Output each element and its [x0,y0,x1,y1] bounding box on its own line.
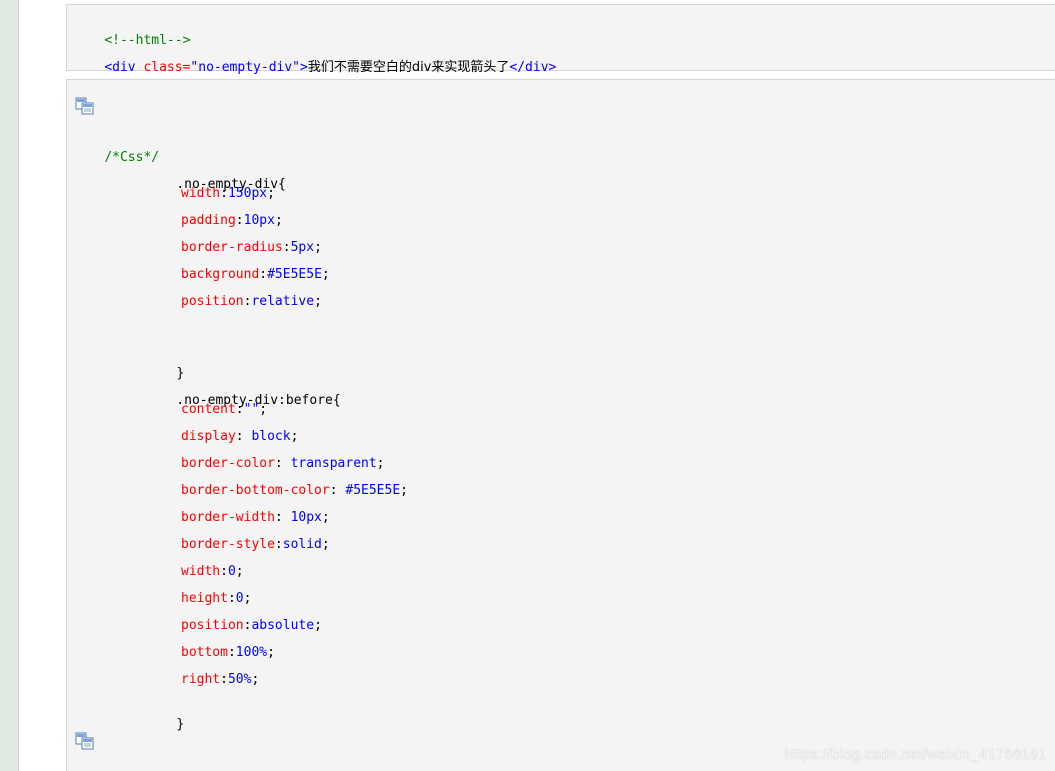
css-separator: : [274,537,283,552]
css-terminator: ; [376,456,385,471]
declaration-line: content:""; [181,401,267,419]
css-property: width [181,564,221,579]
css-separator: : [220,672,228,687]
css-separator: : [235,213,244,228]
declaration-line: display: block; [181,428,298,446]
css-separator: : [235,429,252,444]
css-value: absolute [251,618,315,633]
declaration-line: border-width: 10px; [181,509,330,527]
declaration-line: right:50%; [181,671,259,689]
left-gutter [0,0,19,771]
css-terminator: ; [290,429,299,444]
css-terminator: ; [235,564,244,579]
css-separator: : [259,267,268,282]
tag-open: <div [104,60,136,75]
css-property: width [181,186,221,201]
css-property: right [181,672,221,687]
css-terminator: ; [274,213,283,228]
code-line-div: <div class="no-empty-div">我们不需要空白的div来实现… [73,41,556,75]
css-value: #5E5E5E [267,267,322,282]
css-terminator: ; [321,537,330,552]
declaration-line: border-style:solid; [181,536,330,554]
css-property: bottom [181,645,228,660]
tag-close: > [300,60,308,75]
css-value: "" [243,402,260,417]
watermark: https://blog.csdn.net/weixin_41766191 [784,746,1047,763]
css-separator: : [274,456,291,471]
css-value: #5E5E5E [345,483,401,498]
css-value: 0 [235,591,244,606]
declaration-line: bottom:100%; [181,644,275,662]
css-terminator: ; [259,402,268,417]
copy-icon-bottom[interactable] [75,732,95,750]
css-value: solid [282,537,322,552]
css-terminator: ; [314,294,322,309]
css-property: background [181,267,260,282]
css-value: block [251,429,291,444]
css-property: padding [181,213,236,228]
declaration-line: width:150px; [181,185,275,203]
css-code-block: /*Css*/ .no-empty-div{ width:150px; paddi… [66,79,1055,771]
css-value: 0 [227,564,236,579]
css-terminator: ; [267,186,275,201]
css-separator: : [282,240,291,255]
rule2-selector-line: .no-empty-div:before{ [145,374,340,408]
css-value: 50% [227,672,252,687]
css-terminator: ; [314,618,322,633]
css-separator: : [220,564,228,579]
css-separator: : [220,186,228,201]
css-terminator: ; [243,591,252,606]
declaration-line: position:absolute; [181,617,322,635]
css-value: transparent [290,456,377,471]
css-separator: : [329,483,346,498]
declaration-line: background:#5E5E5E; [181,266,330,284]
declaration-line: border-radius:5px; [181,239,322,257]
attr-name: class= [143,60,191,75]
attr-value: "no-empty-div" [190,60,300,75]
css-terminator: ; [400,483,408,498]
declaration-line: padding:10px; [181,212,283,230]
rule1-selector-line: .no-empty-div{ [145,158,286,192]
css-value: 100% [235,645,268,660]
rule1-close-line: } [145,347,184,381]
css-value: relative [251,294,315,309]
copy-icon[interactable] [75,97,95,115]
css-terminator: ; [314,240,322,255]
css-property: position [181,618,244,633]
declaration-line: border-bottom-color: #5E5E5E; [181,482,408,500]
css-property: border-width [181,510,275,525]
css-comment-line: /*Css*/ [73,131,159,165]
css-terminator: ; [321,510,330,525]
end-tag: </div> [509,60,557,75]
css-separator: : [274,510,291,525]
css-property: position [181,294,244,309]
css-property: display [181,429,236,444]
declaration-line: border-color: transparent; [181,455,385,473]
css-property: border-radius [181,240,283,255]
css-terminator: ; [251,672,260,687]
css-value: 10px [290,510,322,525]
css-separator: : [227,591,236,606]
css-property: border-style [181,537,275,552]
declaration-line: width:0; [181,563,244,581]
css-value: 10px [243,213,275,228]
css-separator: : [227,645,236,660]
code-line-comment: <!--html--> [73,14,190,48]
css-property: border-color [181,456,275,471]
css-property: content [181,402,236,417]
declaration-line: position:relative; [181,293,322,311]
css-terminator: ; [321,267,330,282]
rule2-close: } [176,717,185,732]
css-separator: : [235,402,244,417]
css-property: height [181,591,228,606]
div-text: 我们不需要空白的div来实现箭头了 [307,60,510,75]
css-value: 5px [290,240,315,255]
html-code-block: <!--html--> <div class="no-empty-div">我们… [66,4,1055,75]
css-terminator: ; [267,645,275,660]
declaration-line: height:0; [181,590,251,608]
css-value: 150px [227,186,268,201]
css-property: border-bottom-color [181,483,330,498]
rule2-close-line: } [145,698,184,732]
